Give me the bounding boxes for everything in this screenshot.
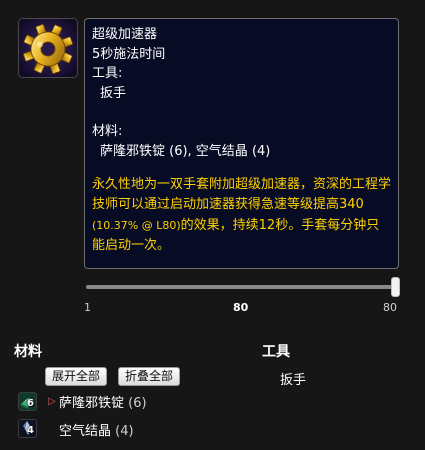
desc-rating: (10.37% @ L80) bbox=[92, 218, 181, 232]
level-slider-track[interactable] bbox=[86, 285, 395, 289]
tools-label: 工具: bbox=[92, 66, 123, 82]
tooltip-tool: 扳手 bbox=[100, 85, 127, 101]
material-count: 6 bbox=[27, 398, 34, 409]
material-qty: (4) bbox=[115, 424, 134, 439]
materials-label: 材料: bbox=[92, 124, 123, 140]
tools-heading: 工具 bbox=[262, 344, 290, 360]
material-name[interactable]: 萨隆邪铁锭 (6) bbox=[59, 392, 147, 411]
spell-description: 永久性地为一双手套附加超级加速器，资深的工程学技师可以通过启动加速器获得急速等级… bbox=[92, 175, 392, 257]
expand-arrow-icon[interactable]: ▷ bbox=[48, 396, 56, 407]
tooltip-materials: 萨隆邪铁锭 (6), 空气结晶 (4) bbox=[100, 143, 271, 159]
slider-current-label: 80 bbox=[233, 301, 249, 314]
material-qty: (6) bbox=[128, 396, 147, 411]
gear-icon bbox=[18, 18, 78, 78]
material-name-text[interactable]: 空气结晶 bbox=[59, 424, 111, 439]
tool-item-wrench[interactable]: 扳手 bbox=[280, 369, 306, 388]
spell-tooltip: 超级加速器 5秒施法时间 工具: 扳手 材料: 萨隆邪铁锭 (6), 空气结晶 … bbox=[84, 18, 399, 269]
slider-max-label: 80 bbox=[383, 301, 397, 314]
material-name[interactable]: 空气结晶 (4) bbox=[59, 420, 134, 439]
level-slider-thumb[interactable] bbox=[391, 277, 400, 297]
slider-min-label: 1 bbox=[84, 301, 91, 314]
material-count: 4 bbox=[27, 425, 34, 436]
materials-heading: 材料 bbox=[14, 344, 42, 360]
cast-time: 5秒施法时间 bbox=[92, 46, 166, 62]
material-name-text[interactable]: 萨隆邪铁锭 bbox=[59, 396, 124, 411]
expand-all-button[interactable]: 展开全部 bbox=[45, 367, 108, 386]
spell-title: 超级加速器 bbox=[92, 27, 158, 42]
desc-before: 永久性地为一双手套附加超级加速器，资深的工程学技师可以通过启动加速器获得急速等级… bbox=[92, 176, 392, 213]
collapse-all-button[interactable]: 折叠全部 bbox=[118, 367, 181, 386]
